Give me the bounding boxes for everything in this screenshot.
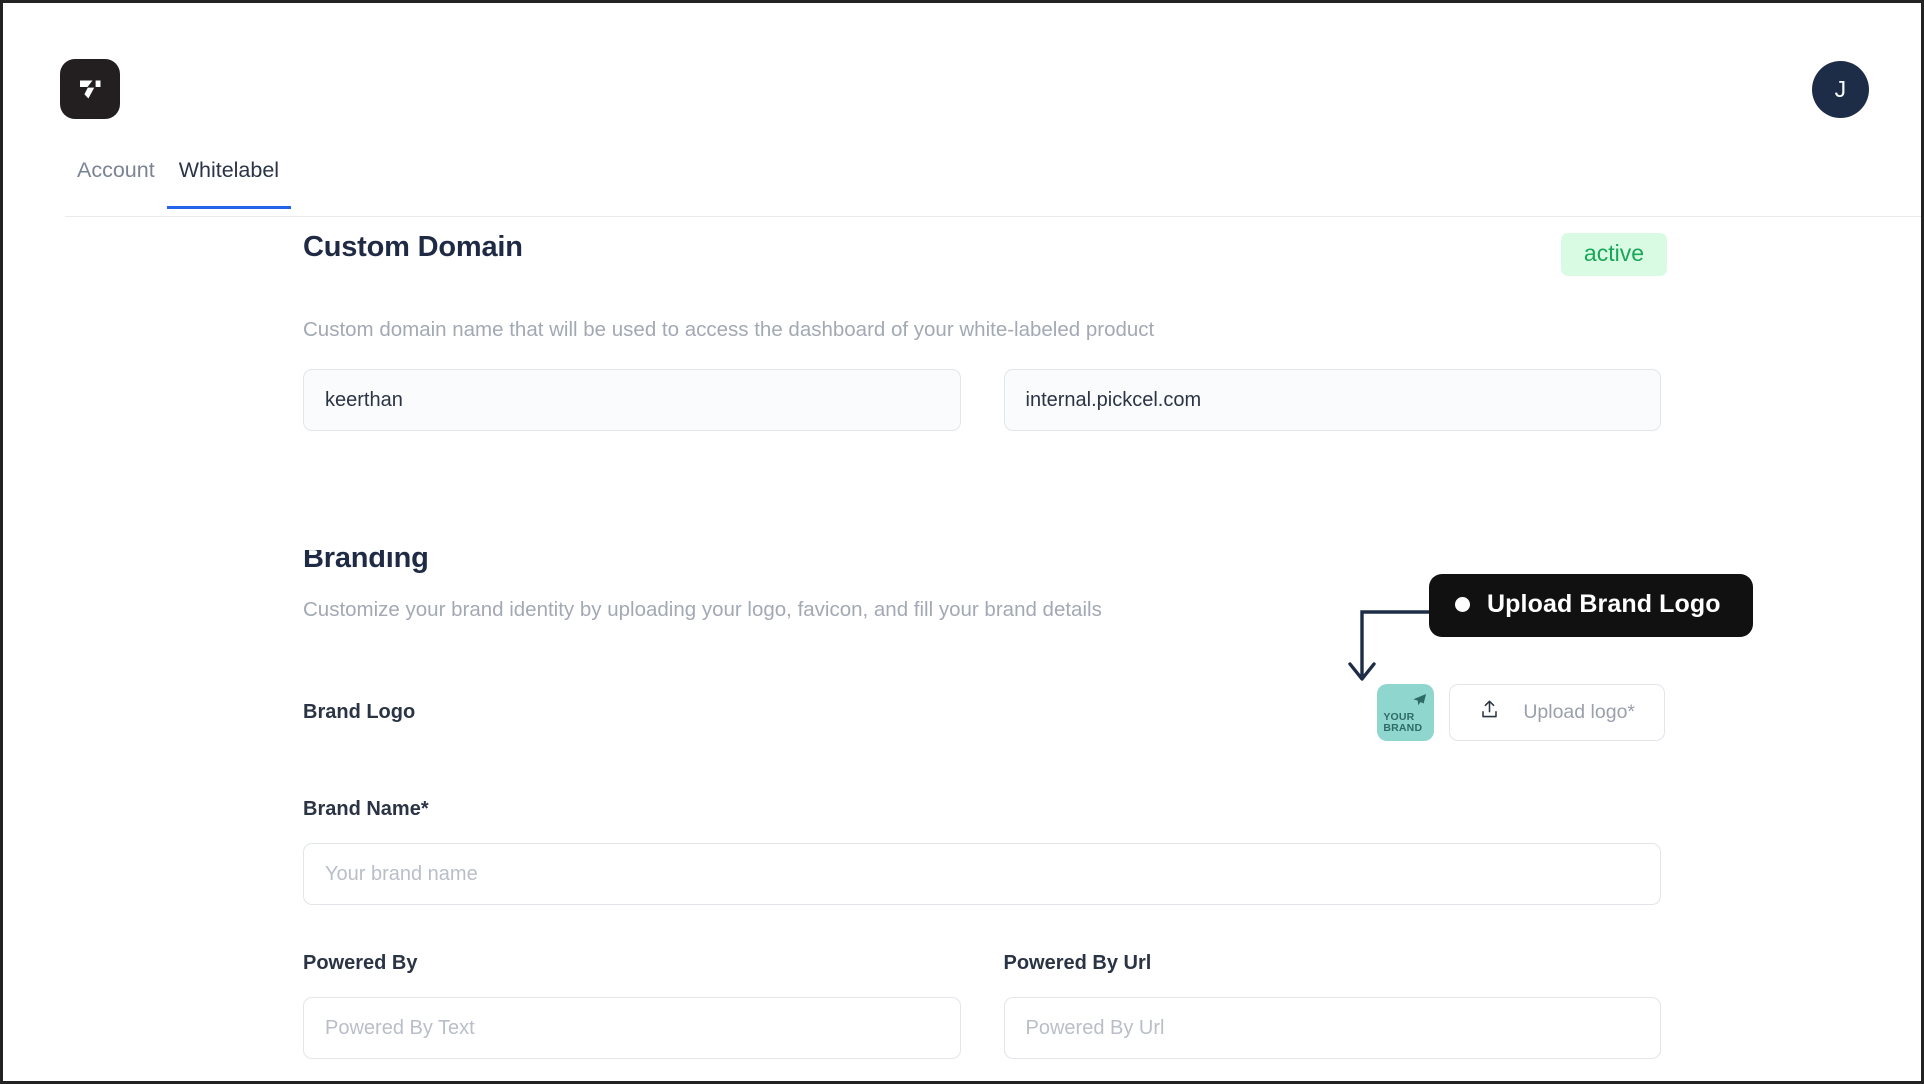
top-bar: J [3,3,1921,128]
brand-logo-preview-text: YOUR BRAND [1383,712,1422,734]
branding-section: Branding Customize your brand identity b… [303,550,1665,1059]
branding-description: Customize your brand identity by uploadi… [303,598,1102,621]
powered-by-label: Powered By [303,952,418,974]
tab-account-label: Account [77,158,155,182]
powered-by-url-label: Powered By Url [1003,952,1152,974]
custom-domain-section: Custom Domain active Custom domain name … [303,217,1667,431]
brand-logo-preview[interactable]: YOUR BRAND [1377,684,1435,741]
brand-logo-controls: YOUR BRAND Upload logo* [1377,684,1665,741]
upload-icon [1479,699,1500,726]
avatar-initial: J [1834,76,1847,102]
custom-domain-title: Custom Domain [303,231,523,263]
brand-name-input[interactable] [303,843,1661,905]
subdomain-input[interactable] [303,369,961,431]
avatar[interactable]: J [1812,61,1869,118]
tab-whitelabel-label: Whitelabel [178,158,280,182]
upload-logo-button[interactable]: Upload logo* [1449,684,1665,741]
upload-logo-button-label: Upload logo* [1523,701,1635,723]
tab-whitelabel[interactable]: Whitelabel [166,128,292,209]
custom-domain-description: Custom domain name that will be used to … [303,318,1155,341]
pickcel-logo-icon[interactable] [60,59,120,119]
powered-by-col: Powered By [303,952,961,1059]
subdomain-field-col [303,369,961,431]
brand-logo-preview-line2: BRAND [1383,722,1423,734]
powered-by-url-col: Powered By Url [1003,952,1661,1059]
tab-bar: Account Whitelabel [3,128,1921,217]
brand-logo-row: Brand Logo YOUR BRAND Upload logo* [303,684,1665,741]
status-badge: active [1560,233,1667,276]
powered-by-url-input[interactable] [1003,997,1661,1059]
tab-account[interactable]: Account [65,128,167,209]
brand-name-block: Brand Name* [303,798,1661,905]
brand-name-label: Brand Name* [303,798,429,820]
paper-plane-icon [1412,693,1427,713]
powered-by-row: Powered By Powered By Url [303,952,1661,1059]
branding-title-wrap: Branding [303,550,1661,581]
custom-domain-header: Custom Domain active [303,217,1667,276]
custom-domain-fields [303,369,1661,431]
domain-input[interactable] [1003,369,1661,431]
brand-logo-label: Brand Logo [303,701,416,723]
app-window: J Account Whitelabel Custom Domain activ… [0,0,1924,1084]
powered-by-input[interactable] [303,997,961,1059]
domain-field-col [1003,369,1661,431]
branding-title: Branding [303,550,429,574]
settings-content: Custom Domain active Custom domain name … [3,217,1921,1081]
